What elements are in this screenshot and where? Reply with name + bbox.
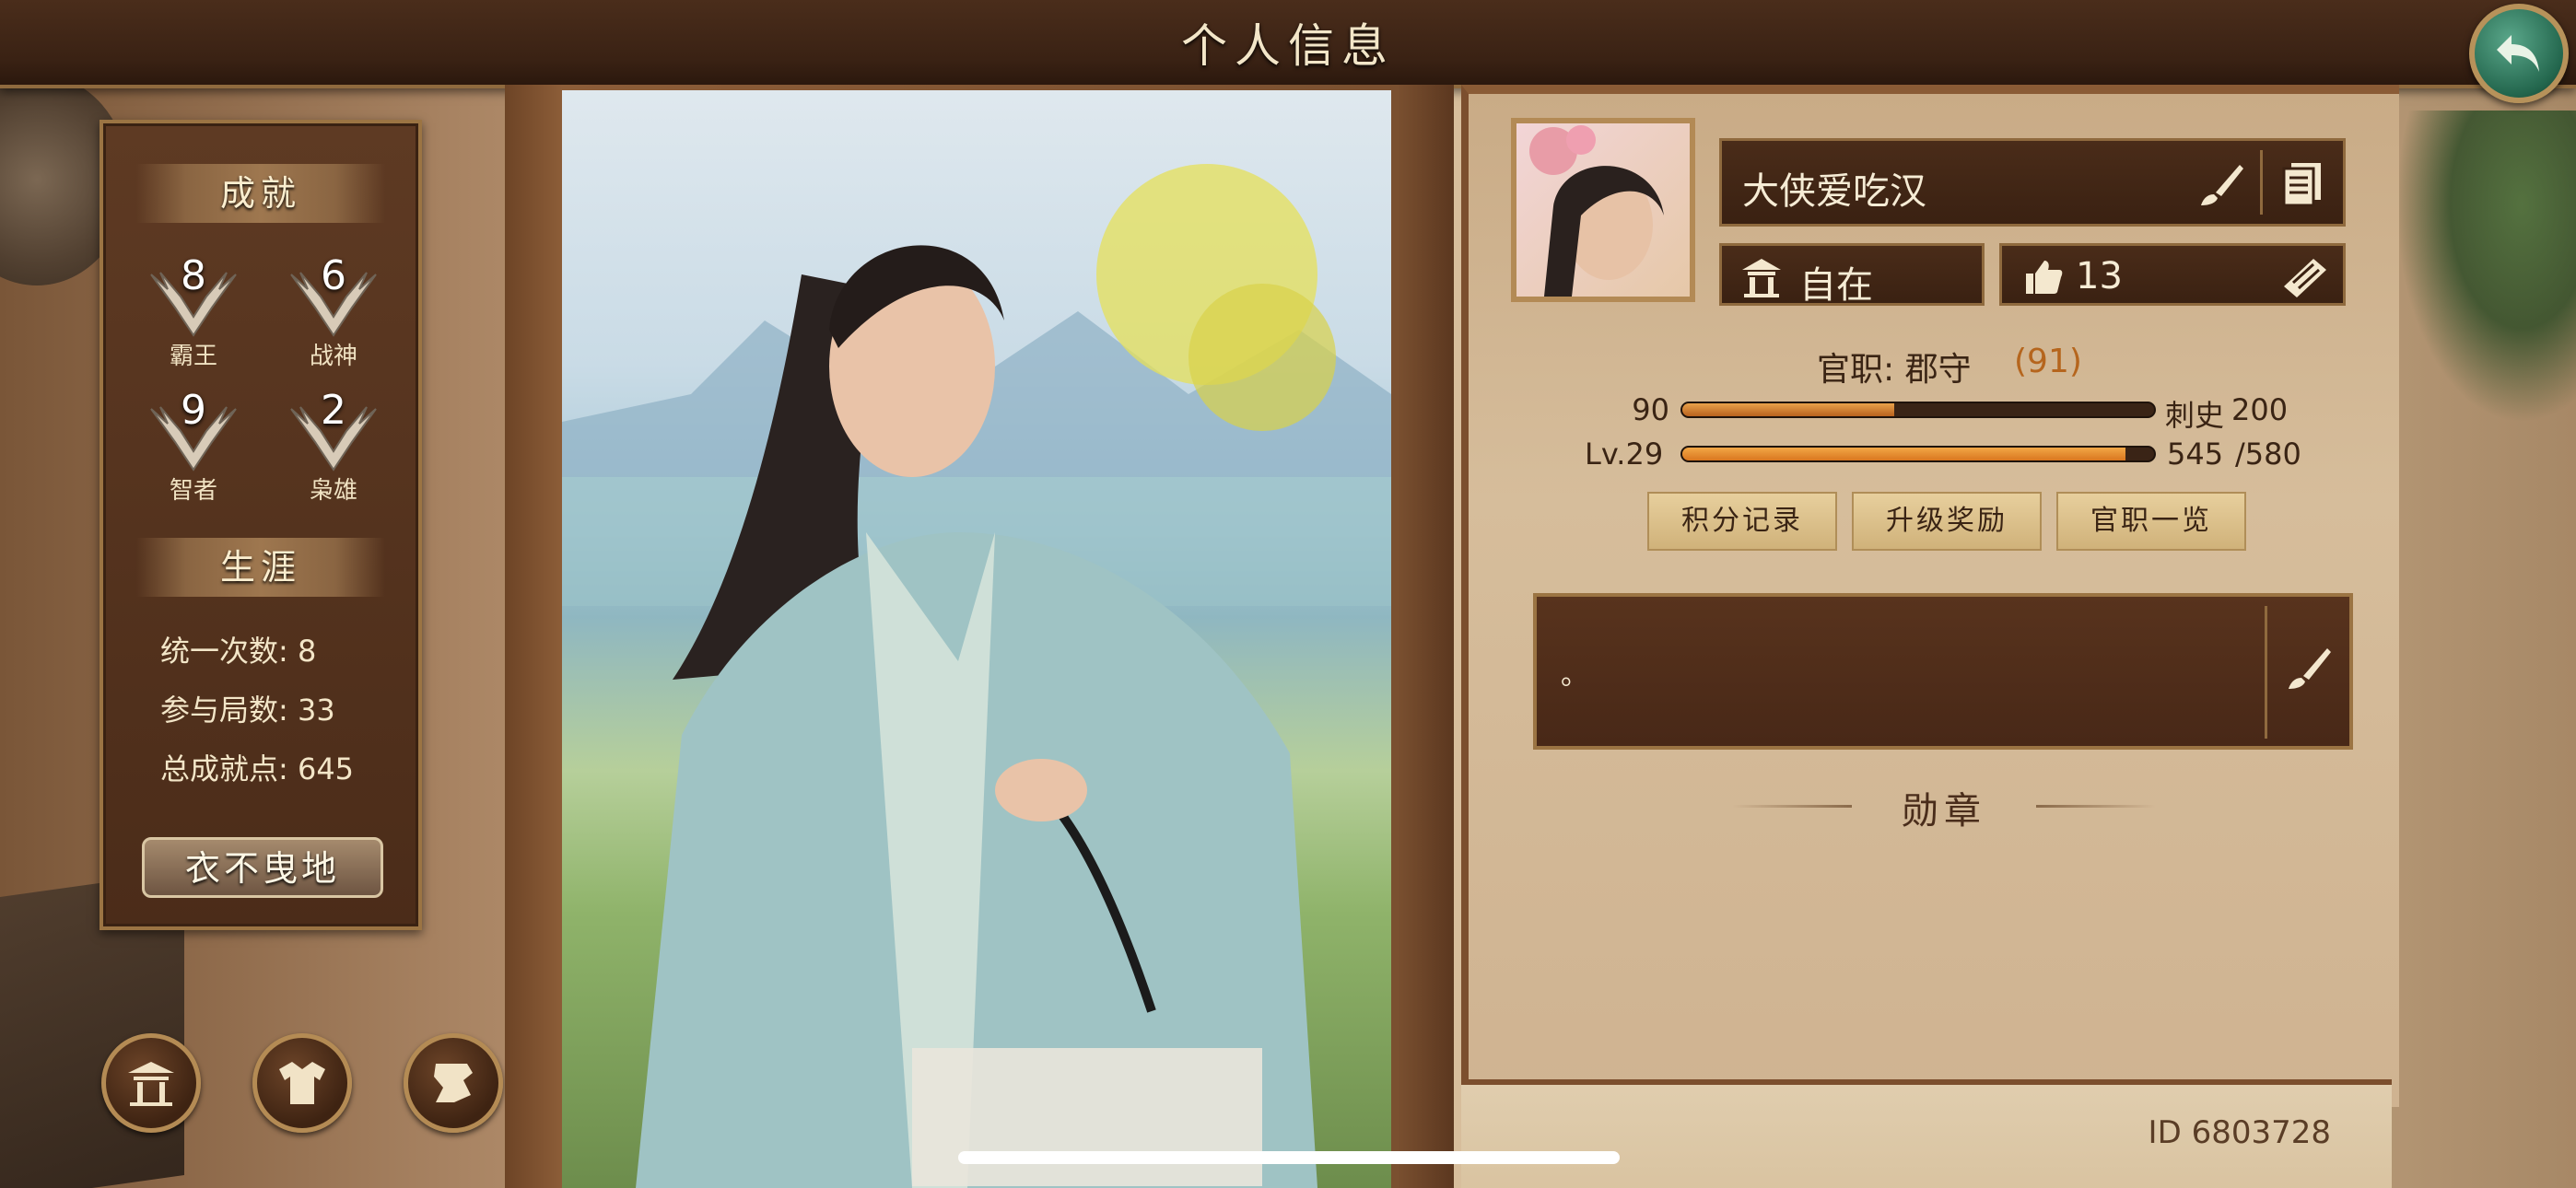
- badge-count: 2: [321, 387, 346, 434]
- badge-label: 战神: [309, 343, 357, 370]
- rank-progress-bar: [1680, 402, 2156, 418]
- top-bar: 个人信息: [0, 0, 2576, 88]
- divider: [2265, 606, 2267, 739]
- level-current: 545: [2167, 437, 2224, 472]
- rank-score: (91): [2014, 343, 2082, 380]
- copy-icon[interactable]: [2278, 159, 2326, 207]
- player-avatar[interactable]: [1511, 118, 1695, 302]
- level-progress-bar: [1680, 446, 2156, 462]
- badge-count: 6: [321, 252, 346, 299]
- brush-edit-icon[interactable]: [2197, 161, 2245, 209]
- avatar-portrait-icon: [1529, 125, 1664, 297]
- medal-divider-right: [2036, 805, 2156, 808]
- badge-label: 霸王: [169, 343, 217, 370]
- likes-field[interactable]: 13: [1999, 243, 2346, 306]
- player-level: Lv.29: [1585, 437, 1664, 472]
- level-progress-fill: [1682, 448, 2126, 460]
- rank-next-value: 200: [2231, 392, 2289, 427]
- player-name-field: 大侠爱吃汉: [1719, 138, 2346, 227]
- badge-sage[interactable]: 9 智者: [138, 387, 249, 507]
- signature-box: 。: [1533, 593, 2353, 750]
- rank-progress-fill: [1682, 403, 1895, 416]
- rank-next-title: 刺史: [2165, 398, 2225, 433]
- rank-current: 90: [1632, 392, 1669, 427]
- achievements-title: 成就: [136, 164, 385, 223]
- palace-icon: [128, 1062, 174, 1106]
- character-portrait: [562, 90, 1391, 1188]
- scroll-icon: [434, 1064, 473, 1102]
- status-text: 自在: [1799, 264, 1873, 307]
- badge-overlord[interactable]: 8 霸王: [138, 252, 249, 372]
- thumbs-up-icon: [2026, 261, 2063, 294]
- game-screen: 个人信息 成就 8 霸王 6 战神 9 智者 2 枭雄 生涯 统一次数: 8 参…: [0, 0, 2576, 1188]
- player-id: ID 6803728: [2148, 1114, 2331, 1151]
- badge-war-god[interactable]: 6 战神: [278, 252, 389, 372]
- career-title: 生涯: [136, 538, 385, 597]
- wardrobe-button[interactable]: [252, 1033, 352, 1133]
- brush-edit-icon[interactable]: [2285, 645, 2333, 693]
- career-games-count: 参与局数: 33: [160, 693, 335, 728]
- pavilion-icon: [1742, 259, 1781, 297]
- status-field[interactable]: 自在: [1719, 243, 1985, 307]
- rank-label: 官职: 郡守: [1817, 351, 1972, 389]
- player-title-tag[interactable]: 衣不曳地: [142, 837, 383, 898]
- scholar-character-illustration: [562, 164, 1391, 1188]
- scroll-button[interactable]: [404, 1033, 503, 1133]
- home-indicator[interactable]: [958, 1151, 1620, 1164]
- career-unify-count: 统一次数: 8: [160, 634, 317, 669]
- career-achievement-points: 总成就点: 645: [160, 751, 355, 786]
- badge-hero[interactable]: 2 枭雄: [278, 387, 389, 507]
- back-button[interactable]: [2469, 4, 2569, 103]
- palace-button[interactable]: [101, 1033, 201, 1133]
- signature-text: 。: [1561, 659, 1588, 692]
- robe-icon: [279, 1062, 325, 1104]
- badge-count: 8: [181, 252, 206, 299]
- plant-decoration: [2395, 111, 2576, 424]
- page-title: 个人信息: [1181, 19, 1395, 73]
- achievements-panel: 成就 8 霸王 6 战神 9 智者 2 枭雄 生涯 统一次数: 8 参与局数: …: [100, 120, 422, 930]
- badge-label: 智者: [169, 477, 217, 505]
- upgrade-reward-button[interactable]: 升级奖励: [1852, 492, 2042, 551]
- medal-section-title: 勋章: [1902, 790, 1986, 833]
- divider: [2260, 150, 2263, 215]
- player-name: 大侠爱吃汉: [1742, 170, 1926, 213]
- rank-list-button[interactable]: 官职一览: [2056, 492, 2246, 551]
- likes-count: 13: [2076, 255, 2123, 297]
- badge-label: 枭雄: [309, 477, 357, 505]
- scroll-gift-icon[interactable]: [2280, 255, 2330, 299]
- points-record-button[interactable]: 积分记录: [1647, 492, 1837, 551]
- level-max: /580: [2235, 437, 2301, 472]
- return-arrow-icon: [2497, 35, 2539, 72]
- badge-count: 9: [181, 387, 206, 434]
